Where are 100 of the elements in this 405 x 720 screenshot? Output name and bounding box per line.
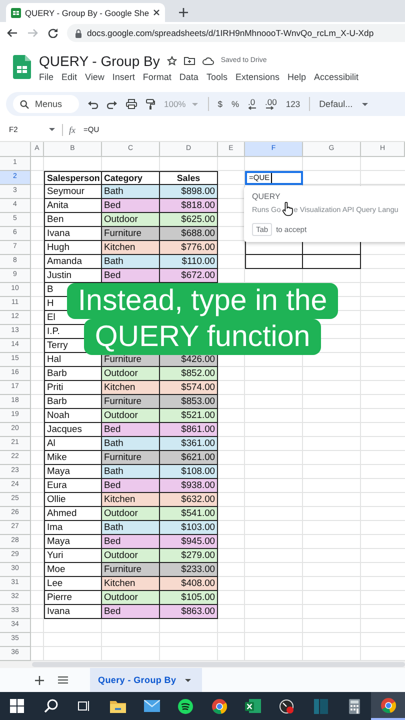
table-cell: Furniture (102, 563, 160, 577)
table-cell: Bed (102, 479, 160, 493)
spreadsheet-app-icon[interactable] (245, 699, 262, 713)
table-cell: $103.00 (160, 521, 218, 535)
table-cell: $574.00 (160, 381, 218, 395)
table-cell: $818.00 (160, 199, 218, 213)
table-cell: Outdoor (102, 213, 160, 227)
new-tab-icon[interactable] (178, 8, 188, 16)
browser-tab[interactable]: QUERY - Group By - Google She (6, 3, 165, 22)
table-cell: $233.00 (160, 563, 218, 577)
table-cell: $110.00 (160, 255, 218, 269)
reload-icon[interactable] (48, 28, 58, 38)
menu-icon[interactable] (58, 676, 68, 684)
back-icon[interactable] (6, 28, 18, 38)
browser-icon[interactable] (212, 698, 227, 714)
table-cell: Furniture (102, 227, 160, 241)
table-cell: $105.00 (160, 591, 218, 605)
paint-format-icon[interactable] (146, 98, 155, 110)
table-cell: $625.00 (160, 213, 218, 227)
menu-item[interactable]: Help (287, 72, 306, 82)
panel-icon[interactable] (314, 698, 328, 714)
cloud-icon[interactable] (202, 56, 214, 64)
menu-item[interactable]: Edit (62, 72, 78, 82)
table-cell: Bed (102, 535, 160, 549)
folder-icon[interactable] (110, 700, 126, 712)
table-cell: Kitchen (102, 577, 160, 591)
browser-icon[interactable] (380, 698, 396, 712)
table-cell: $852.00 (160, 367, 218, 381)
mail-icon[interactable] (144, 700, 160, 712)
undo-icon[interactable] (88, 100, 98, 108)
menu-item[interactable]: View (85, 72, 104, 82)
redo-icon[interactable] (107, 100, 117, 108)
menu-item[interactable]: Accessibilit (314, 72, 359, 82)
currency-button[interactable]: $ (218, 99, 222, 109)
search-icon (20, 100, 29, 108)
table-cell: $108.00 (160, 465, 218, 479)
table-cell: Furniture (102, 395, 160, 409)
menu-item[interactable]: Extensions (235, 72, 280, 82)
address-field[interactable]: docs.google.com/spreadsheets/d/1IRH9nMhnoooT-WnvQo_rcLm_X-U-Xdp (67, 24, 405, 42)
table-cell: $863.00 (160, 605, 218, 619)
menu-item[interactable]: Tools (206, 72, 228, 82)
lock-icon (75, 28, 82, 38)
left-arrow-icon (248, 106, 256, 110)
table-cell: Kitchen (102, 493, 160, 507)
hand-pointer-icon (282, 202, 293, 216)
menu-item[interactable]: Insert (112, 72, 135, 82)
percent-button[interactable]: % (231, 99, 240, 109)
caret-icon (184, 676, 192, 684)
star-icon[interactable] (166, 56, 177, 66)
close-icon[interactable] (152, 9, 160, 16)
add-sheet-icon[interactable] (35, 676, 44, 684)
scrollbar-thumb[interactable] (32, 662, 405, 667)
music-app-icon[interactable] (178, 698, 194, 714)
folder-icon[interactable] (184, 56, 195, 65)
windows-logo-icon[interactable] (10, 699, 24, 713)
table-cell: $776.00 (160, 241, 218, 255)
table-cell: Bath (102, 437, 160, 451)
table-cell: Outdoor (102, 507, 160, 521)
empty-cell[interactable] (245, 255, 303, 269)
spreadsheet-logo-icon[interactable] (13, 55, 31, 79)
sheet-tab[interactable]: Query - Group By (90, 668, 202, 692)
gauge-icon[interactable] (279, 698, 294, 714)
menu-search-field[interactable]: Menus (13, 95, 79, 113)
table-cell: Bath (102, 521, 160, 535)
table-cell: $632.00 (160, 493, 218, 507)
table-cell: Outdoor (102, 591, 160, 605)
table-cell: $408.00 (160, 577, 218, 591)
font-dropdown[interactable]: Defaul... (319, 99, 369, 109)
table-cell: Bath (102, 255, 160, 269)
table-cell: Outdoor (102, 367, 160, 381)
caret-icon (48, 126, 56, 133)
increase-decimals-button[interactable]: .00 (265, 98, 277, 110)
print-icon[interactable] (126, 99, 137, 109)
number-format-button[interactable]: 123 (286, 99, 300, 109)
table-cell: $853.00 (160, 395, 218, 409)
task-view-icon[interactable] (78, 700, 90, 712)
table-cell: Bed (102, 199, 160, 213)
table-cell: $861.00 (160, 423, 218, 437)
right-arrow-icon (265, 106, 274, 110)
table-cell: $541.00 (160, 507, 218, 521)
menu-item[interactable]: Data (179, 72, 198, 82)
table-cell: $621.00 (160, 451, 218, 465)
empty-cell[interactable] (303, 255, 361, 269)
decrease-decimals-button[interactable]: .0 (248, 98, 256, 110)
menu-item[interactable]: File (39, 72, 54, 82)
caret-icon (190, 100, 199, 108)
table-cell: $279.00 (160, 549, 218, 563)
search-icon[interactable] (44, 699, 58, 713)
table-cell: $361.00 (160, 437, 218, 451)
calculator-icon[interactable] (348, 698, 360, 714)
table-cell: Bath (102, 465, 160, 479)
table-cell: $688.00 (160, 227, 218, 241)
table-cell: Bed (102, 423, 160, 437)
menu-item[interactable]: Format (142, 72, 172, 82)
table-cell: $938.00 (160, 479, 218, 493)
function-suggestion[interactable]: QUERY (252, 192, 405, 201)
spreadsheet-icon (11, 8, 21, 18)
document-title[interactable]: QUERY - Group By (39, 52, 160, 68)
table-cell: Bed (102, 269, 160, 283)
table-cell: Outdoor (102, 409, 160, 423)
